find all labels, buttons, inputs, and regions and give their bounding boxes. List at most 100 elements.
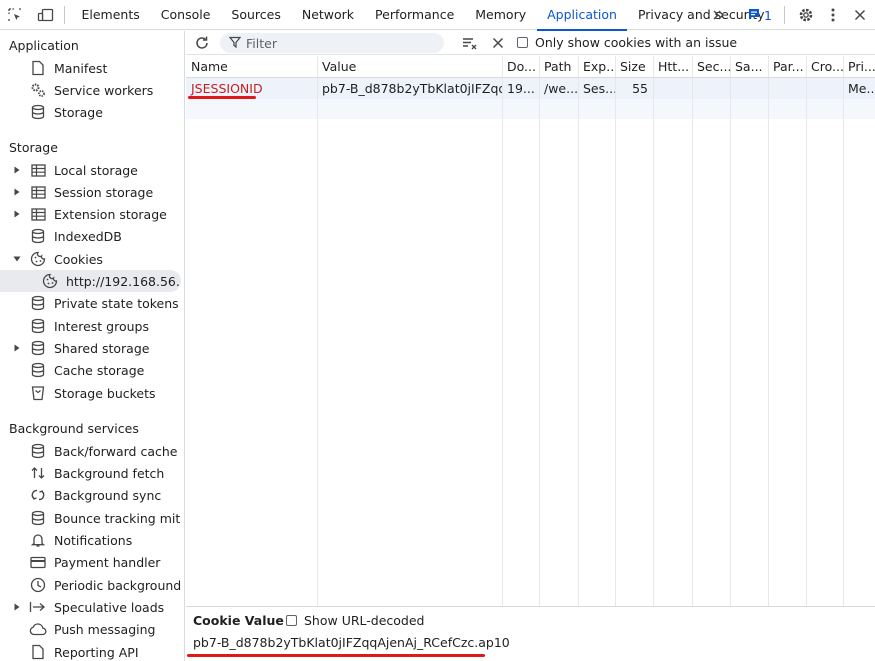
column-divider[interactable] — [730, 56, 731, 606]
cell-size[interactable]: 55 — [615, 78, 653, 99]
more-vert-icon[interactable] — [821, 0, 845, 30]
delete-all-cookies-icon[interactable] — [488, 33, 508, 53]
column-divider[interactable] — [806, 56, 807, 606]
sidebar-item-cookies[interactable]: Cookies — [0, 248, 181, 270]
sidebar-item-background-sync[interactable]: Background sync — [0, 484, 181, 506]
sidebar-item-speculative-loads[interactable]: Speculative loads — [0, 596, 181, 618]
sidebar-item-session-storage[interactable]: Session storage — [0, 181, 181, 203]
sidebar-item-label: Session storage — [54, 184, 154, 200]
sidebar-item-shared-storage[interactable]: Shared storage — [0, 337, 181, 359]
column-header-expires[interactable]: Exp... — [578, 56, 615, 78]
cell-path[interactable]: /we... — [539, 78, 578, 99]
column-header-domain[interactable]: Do... — [502, 56, 539, 78]
only-issues-checkbox[interactable]: Only show cookies with an issue — [517, 35, 737, 50]
column-header-name[interactable]: Name — [186, 56, 317, 78]
column-header-httponly[interactable]: Htt... — [653, 56, 692, 78]
cell-samesite[interactable] — [730, 78, 768, 99]
column-header-secure[interactable]: Sec... — [692, 56, 730, 78]
cell-priority[interactable]: Me... — [843, 78, 875, 99]
sidebar-item-back-forward-cache[interactable]: Back/forward cache — [0, 440, 181, 462]
column-header-value[interactable]: Value — [317, 56, 502, 78]
credit-card-icon — [29, 551, 47, 573]
sidebar-item-reporting-api[interactable]: Reporting API — [0, 641, 181, 661]
cookies-toolbar: Filter Only show cookies with an issue — [186, 31, 875, 55]
column-header-path[interactable]: Path — [539, 56, 578, 78]
inspect-element-icon[interactable] — [0, 0, 30, 30]
column-divider[interactable] — [502, 56, 503, 606]
column-header-size[interactable]: Size — [615, 56, 653, 78]
column-divider[interactable] — [768, 56, 769, 606]
expand-arrow-icon[interactable] — [13, 337, 21, 359]
cell-expires[interactable]: Ses... — [578, 78, 615, 99]
column-divider[interactable] — [539, 56, 540, 606]
column-header-samesite[interactable]: Sa... — [730, 56, 768, 78]
sidebar-item-extension-storage[interactable]: Extension storage — [0, 203, 181, 225]
cell-partition-key[interactable] — [768, 78, 806, 99]
section-title-background-services[interactable]: Background services — [9, 421, 139, 436]
tab-elements[interactable]: Elements — [71, 0, 150, 30]
sidebar-item-notifications[interactable]: Notifications — [0, 529, 181, 551]
chevron-double-right-icon[interactable] — [699, 0, 739, 30]
settings-icon[interactable] — [791, 0, 821, 30]
cell-cross-site[interactable] — [806, 78, 843, 99]
sidebar-item-storage-overview[interactable]: Storage — [0, 101, 181, 123]
sidebar-item-cache-storage[interactable]: Cache storage — [0, 359, 181, 381]
sidebar-item-storage-buckets[interactable]: Storage buckets — [0, 382, 181, 404]
sidebar-item-service-workers[interactable]: Service workers — [0, 79, 181, 101]
column-header-priority[interactable]: Pri... — [843, 56, 875, 78]
tab-console[interactable]: Console — [150, 0, 221, 30]
column-header-partition-key[interactable]: Par... — [768, 56, 806, 78]
tab-memory[interactable]: Memory — [465, 0, 537, 30]
tab-performance[interactable]: Performance — [365, 0, 465, 30]
expand-arrow-icon[interactable] — [13, 203, 21, 225]
sidebar-item-interest-groups[interactable]: Interest groups — [0, 315, 181, 337]
sidebar-item-label: Manifest — [54, 60, 108, 76]
column-divider[interactable] — [653, 56, 654, 606]
column-divider[interactable] — [843, 56, 844, 606]
sidebar-item-cookie-origin[interactable]: http://192.168.56.... — [0, 270, 181, 292]
column-header-cross-site[interactable]: Cro... — [806, 56, 843, 78]
section-title-application[interactable]: Application — [9, 38, 79, 53]
close-icon[interactable] — [845, 0, 875, 30]
filter-input[interactable]: Filter — [220, 33, 444, 53]
sidebar-item-label: Cookies — [54, 251, 103, 267]
tab-network[interactable]: Network — [291, 0, 364, 30]
database-icon — [29, 315, 47, 337]
expand-arrow-icon[interactable] — [13, 181, 21, 203]
refresh-icon[interactable] — [192, 33, 212, 53]
cookie-icon — [41, 270, 59, 292]
database-icon — [29, 359, 47, 381]
column-divider[interactable] — [317, 56, 318, 606]
cell-value[interactable]: pb7-B_d878b2yTbKlat0jIFZqq... — [317, 78, 502, 99]
sidebar-item-private-state-tokens[interactable]: Private state tokens — [0, 292, 181, 314]
sidebar-item-periodic-background-sync[interactable]: Periodic background... — [0, 574, 181, 596]
sidebar-item-indexeddb[interactable]: IndexedDB — [0, 225, 181, 247]
cookie-value-text[interactable]: pb7-B_d878b2yTbKlat0jIFZqqAjenAj_RCefCzc… — [193, 635, 510, 650]
checkbox-box[interactable] — [517, 37, 528, 48]
tab-sources[interactable]: Sources — [221, 0, 291, 30]
column-divider[interactable] — [615, 56, 616, 606]
sidebar-item-background-fetch[interactable]: Background fetch — [0, 462, 181, 484]
show-url-decoded-checkbox[interactable]: Show URL-decoded — [286, 613, 425, 628]
sidebar-item-local-storage[interactable]: Local storage — [0, 159, 181, 181]
sidebar-item-push-messaging[interactable]: Push messaging — [0, 618, 181, 640]
column-divider[interactable] — [692, 56, 693, 606]
expand-arrow-icon[interactable] — [13, 159, 21, 181]
sidebar-item-bounce-tracking-mitigations[interactable]: Bounce tracking mit... — [0, 507, 181, 529]
cell-secure[interactable] — [692, 78, 730, 99]
fetch-arrows-icon — [29, 462, 47, 484]
issues-button[interactable]: 1 — [739, 7, 780, 24]
collapse-arrow-icon[interactable] — [13, 248, 21, 270]
sidebar-item-payment-handler[interactable]: Payment handler — [0, 551, 181, 573]
checkbox-box[interactable] — [286, 615, 297, 626]
device-toolbar-icon[interactable] — [30, 0, 60, 30]
cell-httponly[interactable] — [653, 78, 692, 99]
cell-domain[interactable]: 19... — [502, 78, 539, 99]
sidebar-item-manifest[interactable]: Manifest — [0, 57, 181, 79]
section-title-storage[interactable]: Storage — [9, 140, 58, 155]
expand-arrow-icon[interactable] — [13, 596, 21, 618]
tab-application[interactable]: Application — [536, 0, 628, 31]
clear-filtered-cookies-icon[interactable] — [460, 33, 480, 53]
sidebar-item-label: Background sync — [54, 487, 162, 503]
column-divider[interactable] — [578, 56, 579, 606]
